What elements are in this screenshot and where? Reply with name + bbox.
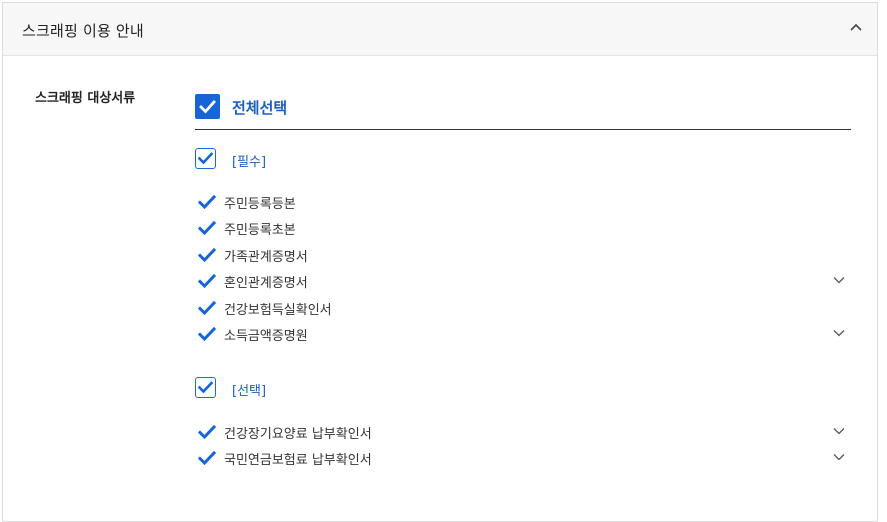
- group-checkbox[interactable]: [195, 148, 216, 169]
- chevron-down-icon[interactable]: [832, 325, 846, 344]
- document-label: 국민연금보험료 납부확인서: [224, 453, 372, 468]
- check-icon[interactable]: [197, 423, 217, 445]
- check-icon[interactable]: [197, 219, 217, 241]
- chevron-down-icon[interactable]: [832, 272, 846, 291]
- document-item[interactable]: 주민등록등본: [195, 192, 851, 214]
- chevron-down-icon[interactable]: [832, 449, 846, 468]
- document-label: 주민등록초본: [224, 223, 296, 238]
- document-item[interactable]: 가족관계증명서: [195, 245, 851, 267]
- document-label: 소득금액증명원: [224, 329, 308, 344]
- group-checkbox[interactable]: [195, 377, 216, 398]
- document-item[interactable]: 주민등록초본: [195, 218, 851, 240]
- check-icon[interactable]: [197, 246, 217, 268]
- check-icon[interactable]: [197, 193, 217, 215]
- panel-header[interactable]: 스크래핑 이용 안내: [3, 3, 877, 56]
- select-all-label[interactable]: 전체선택: [232, 97, 287, 118]
- check-icon[interactable]: [197, 449, 217, 471]
- chevron-up-icon[interactable]: [847, 19, 865, 37]
- document-item[interactable]: 건강장기요양료 납부확인서: [195, 422, 851, 444]
- check-icon[interactable]: [197, 299, 217, 321]
- check-icon[interactable]: [197, 272, 217, 294]
- select-all-row: 전체선택: [195, 91, 851, 130]
- document-label: 혼인관계증명서: [224, 276, 308, 291]
- group-label[interactable]: [필수]: [232, 151, 266, 170]
- panel-title: 스크래핑 이용 안내: [22, 22, 144, 40]
- scraping-info-panel: 스크래핑 이용 안내 스크래핑 대상서류 전체선택 [필수] 주민등록등본주민등록…: [2, 2, 878, 522]
- document-item[interactable]: 혼인관계증명서: [195, 271, 851, 293]
- chevron-down-icon[interactable]: [832, 423, 846, 442]
- group-label[interactable]: [선택]: [232, 380, 266, 399]
- document-label: 건강장기요양료 납부확인서: [224, 427, 372, 442]
- row-label: 스크래핑 대상서류: [35, 91, 136, 106]
- document-item[interactable]: 소득금액증명원: [195, 324, 851, 346]
- document-item[interactable]: 건강보험득실확인서: [195, 298, 851, 320]
- document-label: 주민등록등본: [224, 197, 296, 212]
- document-label: 가족관계증명서: [224, 250, 308, 265]
- check-icon[interactable]: [197, 325, 217, 347]
- select-all-checkbox[interactable]: [195, 94, 220, 119]
- document-label: 건강보험득실확인서: [224, 303, 332, 318]
- document-item[interactable]: 국민연금보험료 납부확인서: [195, 448, 851, 470]
